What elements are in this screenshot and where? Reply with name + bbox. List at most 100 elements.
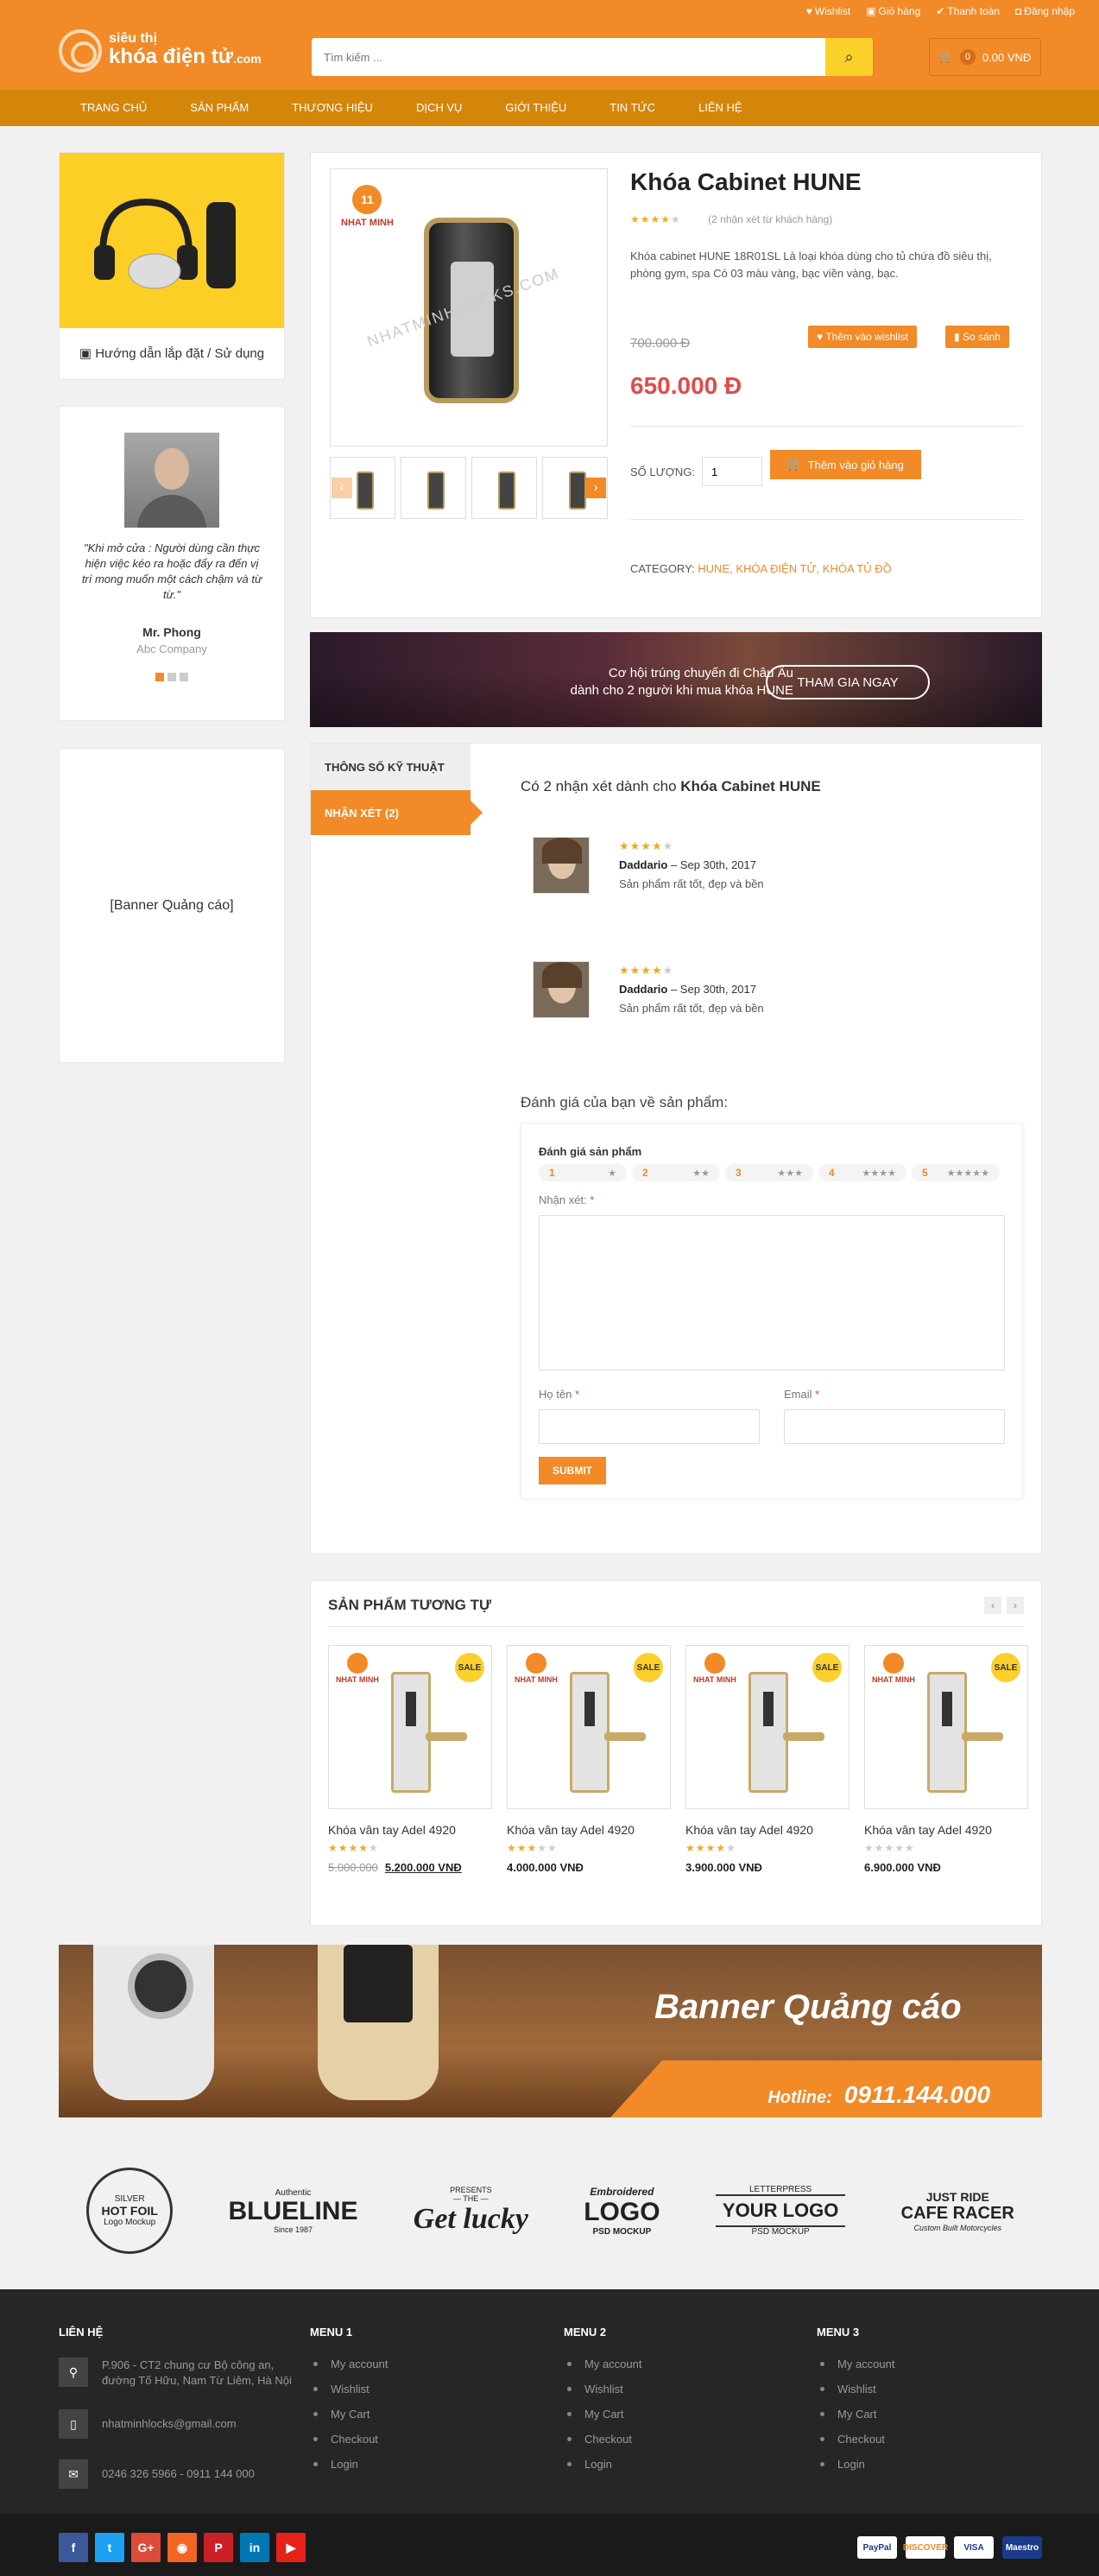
carousel-dots (60, 673, 284, 681)
brand-logo-caferacer[interactable]: JUST RIDE CAFE RACER Custom Built Motorcyc… (901, 2190, 1014, 2232)
next-thumb-button[interactable]: › (585, 478, 606, 498)
next-button[interactable]: › (1007, 1597, 1024, 1614)
tab-reviews[interactable]: NHẬN XÉT (2) (311, 790, 483, 835)
wishlist-button[interactable]: ♥ Thêm vào wishlist (808, 326, 917, 348)
brand-logo-embroidered[interactable]: Embroidered LOGO PSD MOCKUP (584, 2186, 660, 2237)
brand-logo-blueline[interactable]: Authentic BLUELINE Since 1987 (228, 2188, 357, 2234)
rss-icon[interactable]: ◉ (167, 2533, 197, 2562)
review-text: Sản phẩm rất tốt, đẹp và bền (619, 877, 764, 890)
brand-logo-letterpress[interactable]: LETTERPRESS YOUR LOGO PSD MOCKUP (715, 2185, 846, 2237)
footer-menu-2: MENU 2 My account Wishlist My Cart Check… (564, 2326, 641, 2483)
product-card-name[interactable]: Khóa vân tay Adel 4920 (864, 1823, 1028, 1837)
prev-button[interactable]: ‹ (984, 1597, 1001, 1614)
product-card[interactable]: NHAT MINH SALE Khóa vân tay Adel 4920 ★★★… (685, 1645, 850, 1874)
footer-link[interactable]: My Cart (817, 2408, 894, 2421)
nav-brands[interactable]: THƯƠNG HIỆU (270, 90, 395, 126)
brand-logo-getlucky[interactable]: PRESENTS — THE — Get lucky (414, 2186, 528, 2236)
rating-option-4[interactable]: 4 ★★★★ (818, 1164, 906, 1181)
product-card-image[interactable]: NHAT MINH SALE (328, 1645, 492, 1809)
compare-button[interactable]: ▮ So sánh (945, 326, 1009, 348)
footer-link[interactable]: Login (564, 2458, 641, 2471)
rating-option-2[interactable]: 2 ★★ (632, 1164, 720, 1181)
carousel-dot[interactable] (180, 673, 188, 681)
footer-link[interactable]: Checkout (310, 2433, 388, 2446)
cart-button[interactable]: 🛒 0 0.00 VNĐ (929, 38, 1041, 76)
product-card-name[interactable]: Khóa vân tay Adel 4920 (507, 1823, 671, 1837)
product-categories: CATEGORY: HUNE, KHÓA ĐIỆN TỬ, KHÓA TỦ ĐỒ (630, 562, 892, 575)
footer-link[interactable]: My account (564, 2358, 641, 2370)
search-input[interactable] (312, 38, 825, 76)
thumbnail[interactable] (401, 457, 466, 519)
category-links[interactable]: HUNE, KHÓA ĐIỆN TỬ, KHÓA TỦ ĐỒ (698, 562, 891, 575)
sidebar-banner[interactable]: [Banner Quảng cáo] (59, 748, 285, 1063)
nav-home[interactable]: TRANG CHỦ (59, 90, 168, 126)
youtube-icon[interactable]: ▶ (276, 2533, 306, 2562)
login-link[interactable]: ◘ Đăng nhập (1015, 5, 1075, 17)
product-card-name[interactable]: Khóa vân tay Adel 4920 (328, 1823, 492, 1837)
product-card-image[interactable]: NHAT MINH SALE (507, 1645, 671, 1809)
footer-link[interactable]: My Cart (564, 2408, 641, 2421)
search-button[interactable]: ⌕ (825, 38, 873, 76)
product-card-image[interactable]: NHAT MINH SALE (864, 1645, 1028, 1809)
guide-widget[interactable]: ▣ Hướng dẫn lắp đặt / Sử dụng (59, 152, 285, 380)
footer-link[interactable]: Wishlist (310, 2383, 388, 2396)
product-card[interactable]: NHAT MINH SALE Khóa vân tay Adel 4920 ★★★… (864, 1645, 1028, 1874)
briefcase-icon: ▣ (79, 346, 96, 361)
email-input[interactable] (784, 1409, 1005, 1444)
footer-link[interactable]: Wishlist (564, 2383, 641, 2396)
product-card-image[interactable]: NHAT MINH SALE (685, 1645, 850, 1809)
footer-email[interactable]: nhatminhlocks@gmail.com (102, 2416, 237, 2432)
product-rating: ★★★★★ (2 nhận xét từ khách hàng) (630, 213, 832, 225)
facebook-icon[interactable]: f (59, 2533, 88, 2562)
twitter-icon[interactable]: t (95, 2533, 124, 2562)
linkedin-icon[interactable]: in (240, 2533, 269, 2562)
nav-news[interactable]: TIN TỨC (588, 90, 677, 126)
footer-contact: LIÊN HỆ ⚲ P.906 - CT2 chung cư Bộ công an… (59, 2326, 292, 2510)
rating-option-1[interactable]: 1 ★ (539, 1164, 627, 1181)
divider (630, 426, 1023, 427)
brand-logo-hotfoil[interactable]: SILVER HOT FOIL Logo Mockup (86, 2168, 174, 2254)
footer-link[interactable]: Checkout (817, 2433, 894, 2446)
carousel-dot[interactable] (167, 673, 176, 681)
product-card[interactable]: NHAT MINH SALE Khóa vân tay Adel 4920 ★★★… (328, 1645, 492, 1874)
footer-link[interactable]: Login (817, 2458, 894, 2471)
rating-option-5[interactable]: 5 ★★★★★ (912, 1164, 1000, 1181)
wishlist-link[interactable]: ♥ Wishlist (806, 5, 850, 17)
prev-thumb-button[interactable]: ‹ (332, 478, 352, 498)
product-card-name[interactable]: Khóa vân tay Adel 4920 (685, 1823, 850, 1837)
footer-link[interactable]: Wishlist (817, 2383, 894, 2396)
ad-banner[interactable]: Banner Quảng cáo Hotline: 0911.144.000 (59, 1945, 1042, 2117)
review-count[interactable]: (2 nhận xét từ khách hàng) (708, 213, 832, 225)
lock-image (318, 1945, 439, 2100)
footer-link[interactable]: Login (310, 2458, 388, 2471)
nav-contact[interactable]: LIÊN HỆ (677, 90, 764, 126)
footer-link[interactable]: My account (817, 2358, 894, 2370)
star-rating-icon: ★★★★★ (619, 839, 674, 852)
product-main-image[interactable]: 11 NHAT MINH NHATMINHLOCKS.COM (330, 168, 608, 446)
carousel-dot[interactable] (155, 673, 164, 681)
quantity-input[interactable] (702, 457, 762, 486)
tab-specs[interactable]: THÔNG SỐ KỸ THUẬT (311, 744, 471, 790)
add-to-cart-button[interactable]: 🛒 Thêm vào giỏ hàng (770, 450, 921, 479)
divider (328, 1626, 1024, 1627)
footer-menu-title: MENU 2 (564, 2326, 607, 2339)
nav-about[interactable]: GIỚI THIỆU (483, 90, 588, 126)
checkout-link[interactable]: ✔ Thanh toán (936, 5, 1000, 17)
thumbnail[interactable] (471, 457, 537, 519)
nav-products[interactable]: SẢN PHẨM (168, 90, 270, 126)
google-plus-icon[interactable]: G+ (131, 2533, 161, 2562)
submit-button[interactable]: SUBMIT (539, 1457, 606, 1484)
comment-textarea[interactable] (539, 1215, 1005, 1370)
product-card[interactable]: NHAT MINH SALE Khóa vân tay Adel 4920 ★★★… (507, 1645, 671, 1874)
site-logo[interactable]: siêu thị khóa điện tử.com (59, 29, 262, 73)
footer-link[interactable]: Checkout (564, 2433, 641, 2446)
rating-option-3[interactable]: 3 ★★★ (725, 1164, 813, 1181)
name-input[interactable] (539, 1409, 760, 1444)
pinterest-icon[interactable]: P (204, 2533, 233, 2562)
nav-services[interactable]: DỊCH VỤ (395, 90, 483, 126)
footer-link[interactable]: My account (310, 2358, 388, 2370)
footer-link[interactable]: My Cart (310, 2408, 388, 2421)
join-now-button[interactable]: THAM GIA NGAY (766, 665, 930, 699)
reviewer-avatar (533, 961, 590, 1018)
cart-link[interactable]: ▣ Giỏ hàng (866, 5, 920, 17)
